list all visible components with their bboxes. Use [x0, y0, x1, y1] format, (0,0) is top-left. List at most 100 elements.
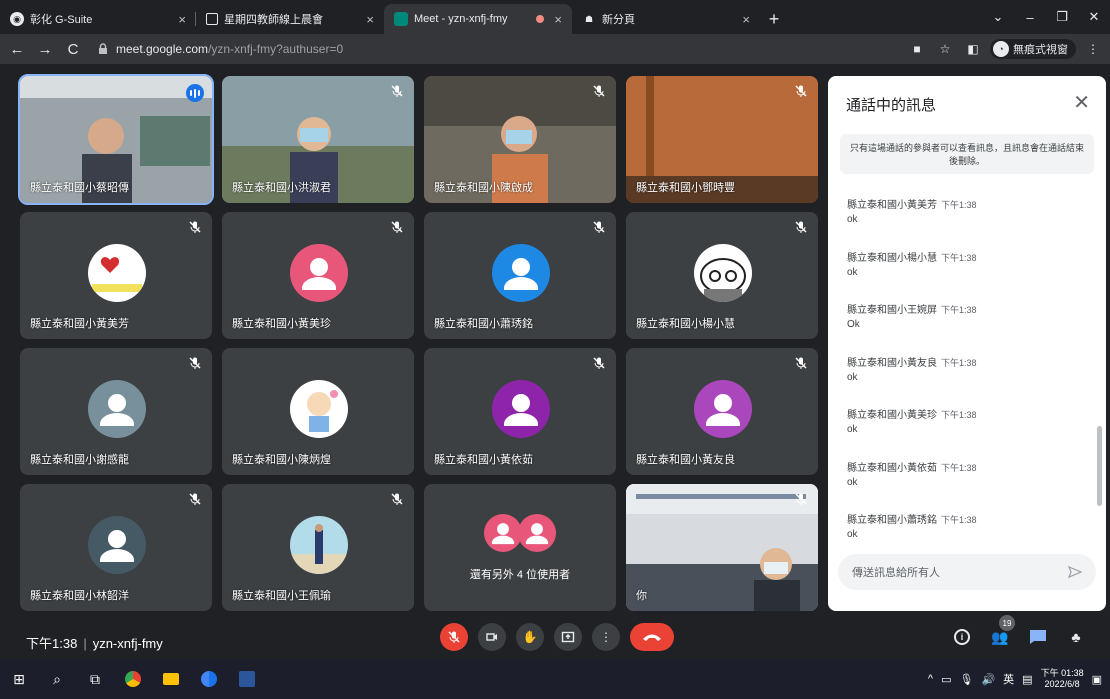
avatar: [88, 516, 146, 574]
activities-button[interactable]: ♣: [1064, 625, 1088, 649]
participant-tile[interactable]: 還有另外 4 位使用者: [424, 484, 616, 611]
camera-in-use-icon[interactable]: ■: [906, 38, 928, 60]
globe-icon: ◉: [10, 12, 24, 26]
chat-message: 縣立泰和國小黃美珍 下午1:38 ok: [847, 406, 1087, 435]
file-explorer-icon[interactable]: [152, 659, 190, 699]
tab-title: 新分頁: [602, 14, 635, 26]
close-icon[interactable]: ✕: [1073, 90, 1090, 115]
forward-icon[interactable]: →: [34, 38, 56, 60]
restore-icon[interactable]: ❐: [1046, 9, 1078, 25]
system-tray: ^ ▭ 🎙 🔊 英 ▤ 下午 01:38 2022/6/8 ▣: [928, 659, 1110, 699]
incognito-label: 無痕式視窗: [1013, 44, 1068, 56]
meeting-info: 下午1:38 | yzn-xnfj-fmy: [26, 633, 163, 652]
search-icon[interactable]: ⌕: [38, 659, 76, 699]
chat-scrollbar[interactable]: [1097, 426, 1102, 506]
tab-close-icon[interactable]: ×: [366, 12, 374, 27]
participant-tile[interactable]: 縣立泰和國小謝感龍: [20, 348, 212, 475]
participant-tile[interactable]: 縣立泰和國小黃依茹: [424, 348, 616, 475]
participant-tile[interactable]: 縣立泰和國小黃美芳: [20, 212, 212, 339]
tab-search-icon[interactable]: ⌄: [982, 9, 1014, 25]
participant-tile[interactable]: 縣立泰和國小洪淑君: [222, 76, 414, 203]
participant-name: 縣立泰和國小鄧時豐: [636, 182, 735, 194]
browser-tab-strip: ◉ 彰化 G-Suite × 星期四教師線上晨會 × Meet - yzn-xn…: [0, 0, 1110, 34]
chevron-up-icon[interactable]: ^: [928, 673, 933, 685]
participant-name: 縣立泰和國小謝感龍: [30, 454, 129, 466]
bookmark-star-icon[interactable]: ☆: [934, 38, 956, 60]
divider: |: [83, 636, 87, 651]
participant-tile[interactable]: 縣立泰和國小陳炳煌: [222, 348, 414, 475]
chat-message: 縣立泰和國小黃友良 下午1:38 ok: [847, 354, 1087, 383]
tab-meeting-calendar[interactable]: 星期四教師線上晨會 ×: [196, 4, 384, 34]
chat-message-time: 下午1:38: [941, 357, 977, 368]
notification-icon[interactable]: ▣: [1092, 673, 1102, 686]
mic-off-icon: [188, 492, 202, 506]
tab-close-icon[interactable]: ×: [554, 12, 562, 27]
taskbar-clock[interactable]: 下午 01:38 2022/6/8: [1041, 668, 1084, 690]
participant-tile[interactable]: 縣立泰和國小陳啟成: [424, 76, 616, 203]
new-tab-button[interactable]: +: [760, 4, 788, 34]
meeting-time: 下午1:38: [26, 636, 78, 651]
shapes-icon: ♣: [1071, 629, 1081, 645]
tab-title: Meet - yzn-xnfj-fmy: [414, 13, 508, 25]
participant-tile[interactable]: 你: [626, 484, 818, 611]
more-options-button[interactable]: ⋮: [592, 623, 620, 651]
participant-name: 縣立泰和國小蔡昭傳: [30, 182, 129, 194]
participant-tile[interactable]: 縣立泰和國小林韶洋: [20, 484, 212, 611]
tab-close-icon[interactable]: ×: [742, 12, 750, 27]
mic-off-button[interactable]: [440, 623, 468, 651]
chat-message-time: 下午1:38: [941, 252, 977, 263]
word-app-icon[interactable]: [228, 659, 266, 699]
leave-call-button[interactable]: [630, 623, 674, 651]
back-icon[interactable]: ←: [6, 38, 28, 60]
url-field[interactable]: meet.google.com/yzn-xnfj-fmy?authuser=0: [90, 38, 900, 60]
tab-gsuite[interactable]: ◉ 彰化 G-Suite ×: [0, 4, 196, 34]
side-panel-icon[interactable]: ◧: [962, 38, 984, 60]
volume-icon[interactable]: 🔊: [981, 673, 995, 686]
participant-name: 你: [636, 590, 647, 602]
present-icon: [561, 631, 575, 643]
keyboard-icon[interactable]: ▤: [1022, 673, 1032, 686]
reload-icon[interactable]: C: [62, 38, 84, 60]
start-windows-icon[interactable]: ⊞: [0, 659, 38, 699]
tab-title: 彰化 G-Suite: [30, 14, 93, 26]
tab-close-icon[interactable]: ×: [178, 12, 186, 27]
browser-menu-icon[interactable]: ⋮: [1082, 38, 1104, 60]
participant-tile[interactable]: 縣立泰和國小黃友良: [626, 348, 818, 475]
tab-meet[interactable]: Meet - yzn-xnfj-fmy ×: [384, 4, 572, 34]
network-icon[interactable]: ▭: [941, 673, 951, 686]
close-window-icon[interactable]: ✕: [1078, 9, 1110, 25]
avatar: [88, 380, 146, 438]
chrome-incognito-app-icon[interactable]: [190, 659, 228, 699]
task-view-icon[interactable]: ⧉: [76, 659, 114, 699]
address-bar: ← → C meet.google.com/yzn-xnfj-fmy?authu…: [0, 34, 1110, 64]
mic-off-icon: [188, 356, 202, 370]
mic-icon[interactable]: 🎙: [959, 673, 973, 686]
participant-tile[interactable]: 縣立泰和國小蕭琇銘: [424, 212, 616, 339]
chat-input[interactable]: 傳送訊息給所有人: [838, 554, 1096, 590]
incognito-indicator[interactable]: ◔ 無痕式視窗: [990, 39, 1076, 59]
chat-button[interactable]: [1026, 625, 1050, 649]
participant-tile[interactable]: 縣立泰和國小楊小慧: [626, 212, 818, 339]
chat-panel-title: 通話中的訊息: [846, 97, 937, 114]
raise-hand-button[interactable]: ✋: [516, 623, 544, 651]
avatar: [88, 244, 146, 302]
avatar: [290, 516, 348, 574]
participant-tile[interactable]: 縣立泰和國小蔡昭傳: [18, 74, 214, 205]
camera-icon: [486, 633, 497, 641]
chrome-app-icon[interactable]: [114, 659, 152, 699]
camera-button[interactable]: [478, 623, 506, 651]
participant-tile[interactable]: 縣立泰和國小鄧時豐: [626, 76, 818, 203]
tab-new[interactable]: ☗ 新分頁 ×: [572, 4, 760, 34]
minimize-icon[interactable]: –: [1014, 10, 1046, 25]
people-icon: 👥: [991, 628, 1009, 645]
mic-off-icon: [592, 220, 606, 234]
meet-stage: 縣立泰和國小蔡昭傳 縣立泰和國小洪淑君 縣立泰和國小陳啟成 縣立泰和國小鄧時豐縣立泰和…: [0, 64, 1110, 659]
chat-message: 縣立泰和國小黃依茹 下午1:38 ok: [847, 459, 1087, 488]
participant-tile[interactable]: 縣立泰和國小王佩瑜: [222, 484, 414, 611]
meeting-details-button[interactable]: i: [950, 625, 974, 649]
input-method[interactable]: 英: [1003, 671, 1014, 687]
send-icon[interactable]: [1068, 565, 1082, 579]
participant-tile[interactable]: 縣立泰和國小黃美珍: [222, 212, 414, 339]
people-button[interactable]: 👥 19: [988, 615, 1015, 649]
present-screen-button[interactable]: [554, 623, 582, 651]
